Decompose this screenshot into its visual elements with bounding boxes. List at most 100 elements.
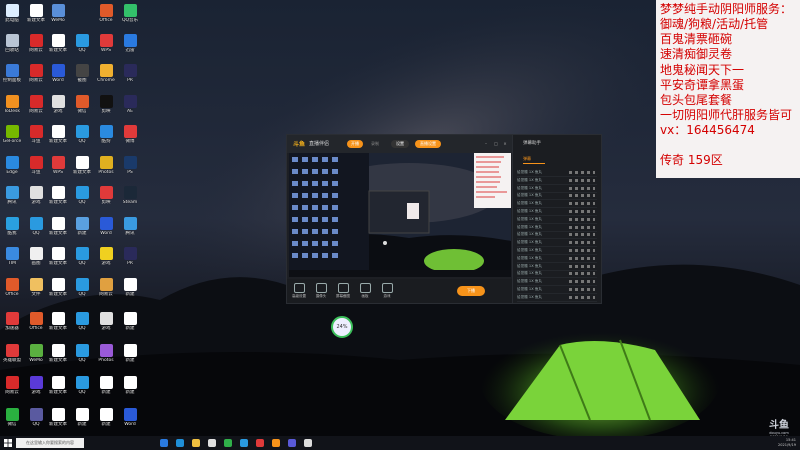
chat-row-action-icons[interactable] [569, 256, 595, 260]
desktop-icon[interactable]: TIM [0, 247, 24, 266]
qq-icon[interactable] [240, 439, 248, 447]
chat-row[interactable]: 给您赠 1X 鱼丸 [517, 286, 597, 294]
desktop-icon[interactable]: 新建文本 [70, 156, 94, 175]
desktop-icon[interactable]: 新建文本 [46, 278, 70, 297]
desktop-icon[interactable]: 剪映 [94, 95, 118, 114]
stop-live-button[interactable]: 下播 [457, 286, 485, 296]
chat-row-action-icons[interactable] [569, 178, 595, 182]
chat-row[interactable]: 给您赠 1X 鱼丸 [517, 278, 597, 287]
advanced-settings-button[interactable]: 高级设置 [289, 283, 309, 299]
chat-row-action-icons[interactable] [569, 241, 595, 245]
desktop-icon[interactable]: 新建文本 [46, 247, 70, 266]
desktop-icon[interactable]: 此电脑 [0, 4, 24, 23]
desktop-icon[interactable]: 新建文本 [46, 186, 70, 205]
stream-preview[interactable] [289, 153, 511, 277]
chat-row[interactable]: 给您赠 1X 鱼丸 [517, 177, 597, 185]
system-tray[interactable]: 15:41 2021/9/19 [778, 438, 796, 448]
chat-row[interactable]: 给您赠 1X 鱼丸 [517, 263, 597, 271]
chat-row-action-icons[interactable] [569, 171, 595, 174]
desktop-icon[interactable]: 微信 [70, 95, 94, 114]
desktop-icon[interactable]: QQ [70, 125, 94, 144]
desktop-icon[interactable]: Office [24, 312, 48, 331]
desktop-icon[interactable]: 腾讯 [0, 186, 24, 205]
chat-row[interactable]: 给您赠 1X 鱼丸 [517, 255, 597, 263]
chat-row[interactable]: 给您赠 1X 鱼丸 [517, 270, 597, 279]
chat-row[interactable]: 给您赠 1X 鱼丸 [517, 169, 597, 177]
desktop-icon[interactable]: 新建 [118, 278, 142, 297]
desktop-icon[interactable]: 新建 [118, 376, 142, 395]
streaming-app-taskbar-icon[interactable] [272, 439, 280, 447]
desktop-icon[interactable]: PR [118, 247, 142, 266]
desktop-icon[interactable]: Photos [94, 156, 118, 175]
chat-row-action-icons[interactable] [569, 225, 595, 229]
danmaku-panel[interactable]: 弹幕助手 弹幕 给您赠 1X 鱼丸 给您赠 1X 鱼丸 给您赠 1X 鱼丸 给您赠 1… [512, 134, 602, 304]
desktop-icon[interactable]: 腾讯 [118, 217, 142, 236]
desktop-icon[interactable]: 新建文本 [46, 34, 70, 53]
chat-row[interactable]: 给您赠 1X 鱼丸 [517, 231, 597, 240]
chat-row-action-icons[interactable] [569, 217, 595, 221]
chat-row[interactable]: 给您赠 1X 鱼丸 [517, 239, 597, 248]
taskview-icon[interactable] [160, 439, 168, 447]
desktop-icon[interactable]: 新建文本 [46, 125, 70, 144]
tab-start[interactable]: 开播 [347, 140, 363, 148]
desktop-icon[interactable]: 游戏 [46, 95, 70, 114]
desktop-icon[interactable]: Word [46, 64, 70, 83]
app-titlebar[interactable]: 斗鱼 直播伴侣 开播 录制 设置 直播设置 – □ × [287, 135, 513, 153]
desktop-icon[interactable]: 网易云 [24, 34, 48, 53]
desktop-icon[interactable]: 斗鱼 [24, 156, 48, 175]
desktop-icon[interactable]: 游戏 [94, 247, 118, 266]
desktop-icon[interactable]: WeMo [46, 4, 70, 23]
streaming-app-window[interactable]: 斗鱼 直播伴侣 开播 录制 设置 直播设置 – □ × 高级设置 摄像头 屏幕截… [286, 134, 514, 304]
douyu-icon[interactable] [256, 439, 264, 447]
maximize-icon[interactable]: □ [493, 140, 499, 148]
chat-row-action-icons[interactable] [569, 280, 595, 284]
chat-row-action-icons[interactable] [569, 295, 595, 299]
desktop-icon[interactable]: WPS [94, 34, 118, 53]
desktop-icon[interactable]: 游戏 [24, 376, 48, 395]
desktop-icon[interactable]: QQ [70, 376, 94, 395]
live-settings-button[interactable]: 直播设置 [415, 140, 441, 148]
chat-row-action-icons[interactable] [569, 233, 595, 237]
desktop-icon[interactable]: 加速器 [0, 312, 24, 331]
desktop-icon[interactable]: Office [94, 4, 118, 23]
desktop-icon[interactable]: Word [118, 408, 142, 427]
chat-row-action-icons[interactable] [569, 186, 595, 190]
desktop-icon[interactable]: 微信 [0, 408, 24, 427]
desktop-icon[interactable]: PR [118, 64, 142, 83]
game-button[interactable]: 游戏 [377, 283, 397, 299]
tab-danmaku[interactable]: 弹幕 [523, 156, 545, 164]
desktop-icon[interactable]: Steam [118, 186, 142, 205]
chat-row-action-icons[interactable] [569, 210, 595, 213]
chat-row-action-icons[interactable] [569, 264, 595, 268]
desktop-icon[interactable]: 游戏 [94, 312, 118, 331]
desktop-icon[interactable]: 网易云 [24, 64, 48, 83]
desktop-icon[interactable]: 新建 [118, 344, 142, 363]
desktop-icon[interactable]: Photos [94, 344, 118, 363]
desktop-icon[interactable]: QQ [70, 186, 94, 205]
store-icon[interactable] [208, 439, 216, 447]
desktop-icon[interactable]: Word [94, 217, 118, 236]
desktop-icon[interactable]: QQ [24, 408, 48, 427]
desktop-icon[interactable]: 新建文本 [46, 408, 70, 427]
desktop-icon[interactable]: 画图 [24, 247, 48, 266]
desktop-icon[interactable]: 微博 [118, 125, 142, 144]
chat-row-action-icons[interactable] [569, 194, 595, 198]
desktop-icon[interactable]: 新建文本 [46, 376, 70, 395]
chat-row[interactable]: 给您赠 1X 鱼丸 [517, 185, 597, 193]
chat-row[interactable]: 给您赠 1X 鱼丸 [517, 200, 597, 209]
desktop-icon[interactable]: 新建 [94, 408, 118, 427]
desktop-icon[interactable]: QQ [70, 278, 94, 297]
desktop-icon[interactable]: QQ [70, 247, 94, 266]
desktop-icon[interactable]: 新建文本 [24, 4, 48, 23]
minimize-icon[interactable]: – [483, 140, 489, 148]
chat-row[interactable]: 给您赠 1X 鱼丸 [517, 216, 597, 224]
desktop-icon[interactable]: 新建 [70, 408, 94, 427]
file-explorer-icon[interactable] [192, 439, 200, 447]
desktop-icon[interactable]: 回收站 [0, 34, 24, 53]
desktop-icon[interactable]: 新建 [118, 312, 142, 331]
desktop-icon[interactable]: Chrome [94, 64, 118, 83]
desktop-icon[interactable]: 斗鱼 [24, 125, 48, 144]
desktop-icon[interactable]: 剪映 [94, 186, 118, 205]
desktop-icon[interactable]: 新建 [70, 217, 94, 236]
desktop-icon[interactable]: 文件 [24, 278, 48, 297]
